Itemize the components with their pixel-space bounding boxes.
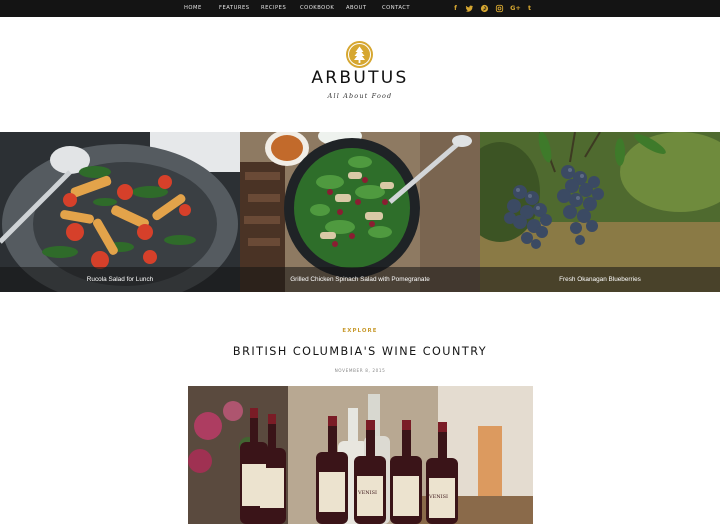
nav-home[interactable]: HOME — [184, 0, 202, 17]
bottle-label-text: VENISI — [357, 490, 377, 496]
tile-title[interactable]: Rucola Salad for Lunch — [0, 267, 240, 292]
tile-caption: Fresh Okanagan Blueberries — [480, 267, 720, 292]
pinterest-icon[interactable] — [480, 4, 489, 13]
post-title[interactable]: BRITISH COLUMBIA'S WINE COUNTRY — [160, 345, 560, 358]
twitter-icon[interactable] — [465, 4, 474, 13]
tile-caption: Rucola Salad for Lunch — [0, 267, 240, 292]
nav-features[interactable]: FEATURES — [219, 0, 250, 17]
nav-recipes[interactable]: RECIPES — [261, 0, 286, 17]
tree-icon — [348, 43, 371, 66]
site-title[interactable]: ARBUTUS — [260, 68, 460, 88]
post-featured-image[interactable]: VENISI VENISI — [188, 386, 533, 524]
tile-caption: Grilled Chicken Spinach Salad with Pomeg… — [240, 267, 480, 292]
facebook-icon[interactable]: f — [451, 4, 460, 13]
nav-cookbook[interactable]: COOKBOOK — [300, 0, 334, 17]
featured-post-okanagan-blueberries[interactable]: Fresh Okanagan Blueberries — [480, 132, 720, 292]
wine-bottles-image: VENISI VENISI — [188, 386, 533, 524]
logo-emblem[interactable] — [346, 41, 373, 68]
post-date: NOVEMBER 8, 2015 — [334, 368, 386, 373]
instagram-icon[interactable] — [495, 4, 504, 13]
tile-title[interactable]: Grilled Chicken Spinach Salad with Pomeg… — [240, 267, 480, 292]
featured-post-chicken-spinach-salad[interactable]: Grilled Chicken Spinach Salad with Pomeg… — [240, 132, 480, 292]
tumblr-icon[interactable]: t — [525, 4, 534, 13]
site-tagline: All About Food — [327, 92, 393, 100]
tile-title[interactable]: Fresh Okanagan Blueberries — [480, 267, 720, 292]
featured-post-rucola-salad[interactable]: Rucola Salad for Lunch — [0, 132, 240, 292]
bottle-label-text: VENISI — [428, 494, 448, 500]
post-category[interactable]: EXPLORE — [300, 328, 420, 334]
nav-about[interactable]: ABOUT — [346, 0, 367, 17]
google-plus-icon[interactable]: G+ — [510, 4, 521, 13]
nav-contact[interactable]: CONTACT — [382, 0, 410, 17]
top-navigation-bar: HOME FEATURES RECIPES COOKBOOK ABOUT CON… — [0, 0, 720, 17]
